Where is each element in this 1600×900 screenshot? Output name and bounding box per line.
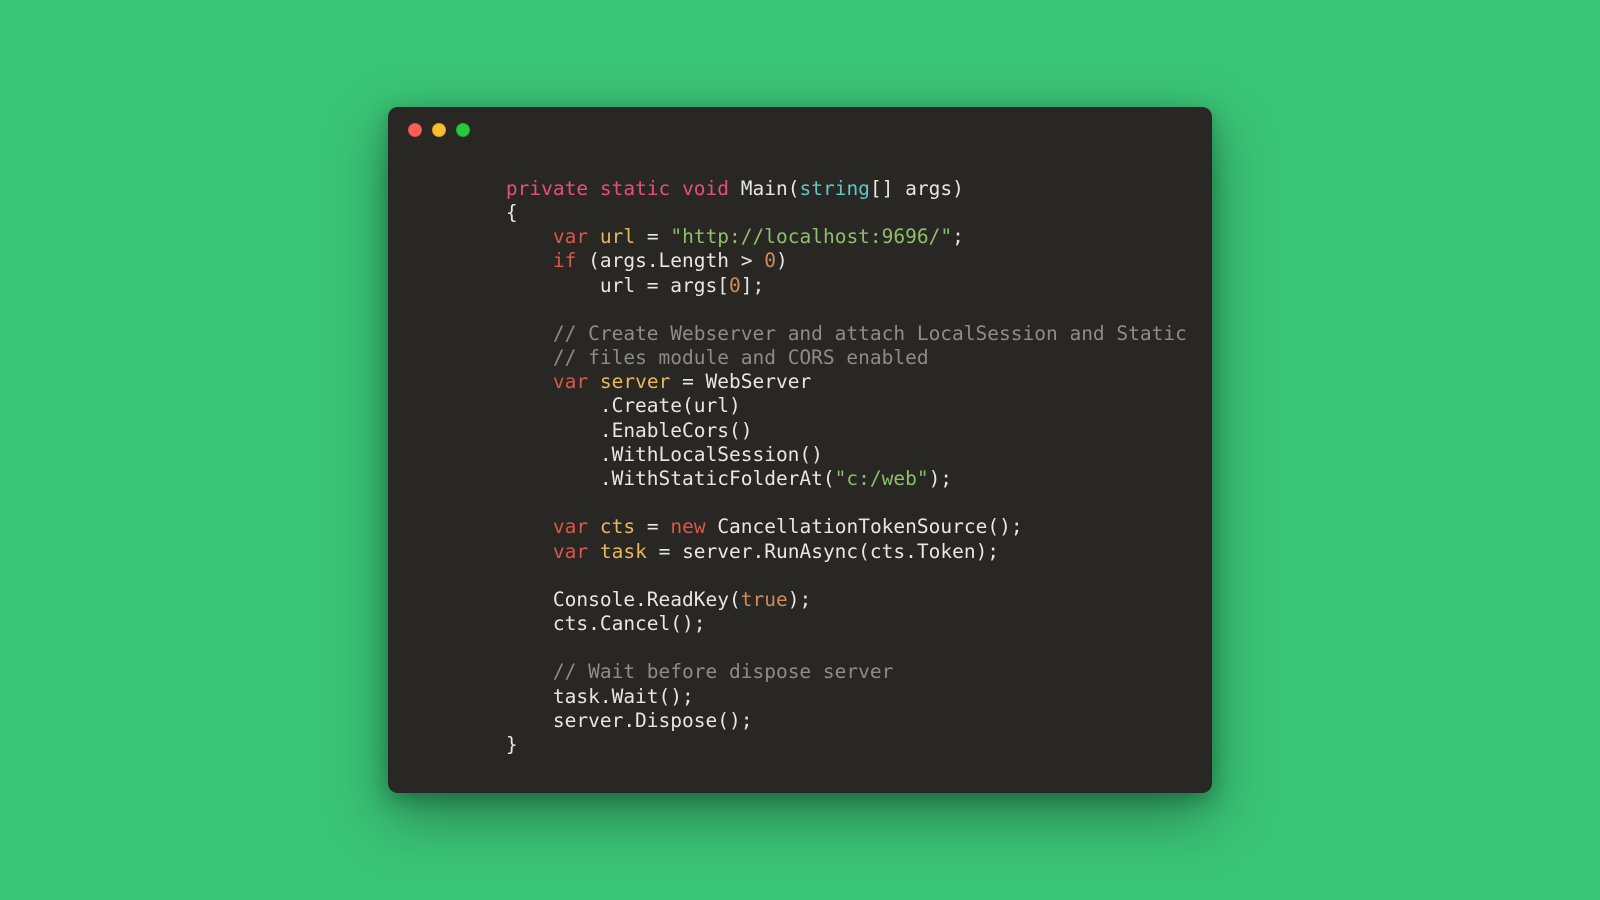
token-name: cts [600, 515, 635, 538]
token-cmt: // files module and CORS enabled [553, 346, 929, 369]
token-decl: new [670, 515, 705, 538]
token-decl: var [553, 540, 588, 563]
token-num: 0 [764, 249, 776, 272]
minimize-icon[interactable] [432, 123, 446, 137]
maximize-icon[interactable] [456, 123, 470, 137]
token-num: 0 [729, 274, 741, 297]
token-decl: var [553, 370, 588, 393]
close-icon[interactable] [408, 123, 422, 137]
window-titlebar [388, 107, 1212, 153]
token-decl: var [553, 515, 588, 538]
token-cmt: // Create Webserver and attach LocalSess… [553, 322, 1187, 345]
token-mod: void [682, 177, 729, 200]
token-decl: if [553, 249, 576, 272]
token-decl: var [553, 225, 588, 248]
token-cmt: // Wait before dispose server [553, 660, 893, 683]
token-str: "http://localhost:9696/" [670, 225, 952, 248]
code-window: private static void Main(string[] args) … [388, 107, 1212, 793]
token-str: "c:/web" [835, 467, 929, 490]
token-name: task [600, 540, 647, 563]
token-name: url [600, 225, 635, 248]
token-mod: private [506, 177, 588, 200]
code-content: private static void Main(string[] args) … [388, 153, 1212, 757]
token-name: server [600, 370, 670, 393]
token-type: string [799, 177, 869, 200]
token-bool: true [741, 588, 788, 611]
token-mod: static [600, 177, 670, 200]
